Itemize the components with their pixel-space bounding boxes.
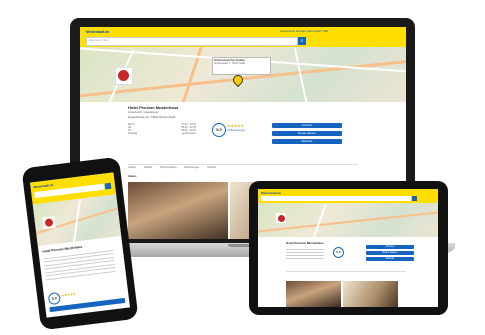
tablet-screen: Meinestadt.de Hotel Pension Musterhaus 5… [258, 189, 438, 307]
tablet-business-logo [276, 213, 286, 223]
map-popup: Schlosshotel Zum Greifen Schlossplatz 1,… [212, 57, 271, 75]
map-popup-address: Schlossplatz 1, 74523 Stadt [214, 62, 245, 65]
header-links[interactable]: Unternehmen eintragen | Mein Konto | Hil… [280, 30, 328, 33]
tablet-map[interactable] [258, 203, 438, 237]
hours-row: Feiertag geschlossen [128, 132, 196, 135]
tablet-logo[interactable]: Meinestadt.de [261, 191, 281, 195]
phone-map[interactable] [32, 194, 122, 247]
search-what-input[interactable]: Was suchen Sie? [86, 37, 298, 46]
rating-badge: 5.0 [212, 123, 226, 137]
tablet-hours-block [286, 247, 324, 267]
divider [128, 164, 358, 165]
search-button[interactable]: ⌕ [298, 37, 306, 45]
route-button[interactable]: Route planen [272, 131, 342, 136]
phone-business-logo [42, 215, 56, 230]
tablet-business-name: Hotel Pension Musterhaus [286, 241, 324, 245]
tab-hours[interactable]: Öffnungszeiten [160, 166, 177, 169]
phone-rating-badge: 5.0 [47, 291, 62, 306]
business-logo [115, 67, 133, 85]
rating-stars: ★★★★★ [227, 123, 244, 128]
map-pin-icon[interactable] [230, 72, 246, 88]
tablet-rating-badge: 5.0 [333, 247, 344, 258]
tablet-search-button[interactable] [412, 196, 417, 201]
phone-search-button[interactable] [104, 182, 112, 190]
tablet-search-input[interactable] [261, 196, 411, 201]
site-logo[interactable]: Meinestadt.de [86, 30, 109, 34]
logo-circle [118, 70, 129, 81]
gallery-photo[interactable] [128, 182, 228, 239]
map[interactable]: Schlosshotel Zum Greifen Schlossplatz 1,… [80, 47, 406, 102]
tablet-gallery-photo[interactable] [343, 281, 398, 307]
phone-info-lines [43, 247, 116, 282]
tab-reviews[interactable]: Bewertungen [185, 166, 200, 169]
tab-gallery[interactable]: Galerie [128, 166, 136, 169]
tab-contact[interactable]: Kontakt [207, 166, 215, 169]
business-address: Hauptstraße 12, 74523 Musterstadt [128, 115, 176, 119]
tablet-route-button[interactable]: Route planen [366, 251, 414, 255]
gallery-heading: Galerie [128, 175, 137, 178]
reviews-link[interactable]: 10 Bewertungen [227, 129, 245, 132]
phone-rating-stars: ★★★★★ [60, 291, 76, 298]
tablet-divider [286, 271, 406, 272]
opening-hours: Mo-Fr 07:00 - 22:00 Sa 08:00 - 22:00 So 08:… [128, 123, 196, 135]
tablet-call-button[interactable]: Anrufen [366, 245, 414, 249]
search-icon: ⌕ [300, 38, 304, 44]
tab-details[interactable]: Details [144, 166, 152, 169]
website-button[interactable]: Website [272, 139, 342, 144]
tablet-gallery-photo[interactable] [286, 281, 341, 307]
call-button[interactable]: Anrufen [272, 123, 342, 128]
phone-screen: Meinestadt.de Hotel Pension Musterhaus 5… [30, 172, 130, 318]
tablet-website-button[interactable]: Website [366, 257, 414, 261]
tab-bar: Galerie Details Öffnungszeiten Bewertung… [128, 166, 216, 169]
